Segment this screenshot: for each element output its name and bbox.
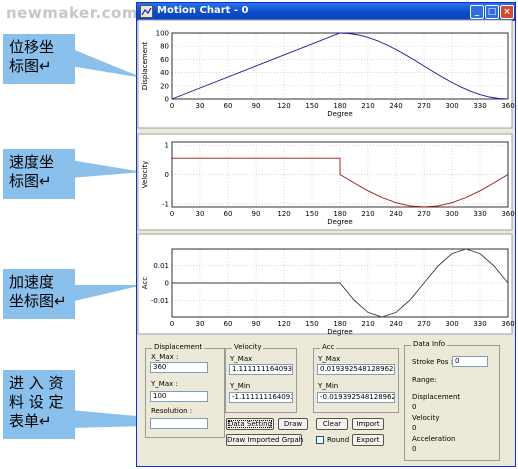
x-tick-label: 0 xyxy=(170,210,174,218)
x-tick-label: 210 xyxy=(361,102,374,110)
x-tick-label: 60 xyxy=(224,102,233,110)
x-axis-label: Degree xyxy=(327,328,352,336)
x-tick-label: 240 xyxy=(389,210,402,218)
y-axis-label: Displacement xyxy=(141,42,149,90)
velocity-ymin-input[interactable]: -1.11111116409302 xyxy=(229,392,293,403)
data-info-group-label: Data Info xyxy=(411,340,448,348)
y-tick-label: 60 xyxy=(160,56,169,64)
x-tick-label: 270 xyxy=(417,102,430,110)
chart-panel xyxy=(137,19,513,129)
x-tick-label: 360 xyxy=(501,320,514,328)
x-tick-label: 150 xyxy=(305,320,318,328)
acc-group-label: Acc xyxy=(320,343,337,351)
x-tick-label: 180 xyxy=(333,320,346,328)
acc-ymax-input[interactable]: 0.0193925481289625 xyxy=(317,364,395,375)
x-axis-label: Degree xyxy=(327,218,352,226)
x-tick-label: 240 xyxy=(389,320,402,328)
y-tick-label: 0 xyxy=(165,280,169,288)
y-tick-label: 40 xyxy=(160,69,169,77)
acc-ymin-label: Y_Min xyxy=(318,382,339,390)
x-axis-label: Degree xyxy=(327,110,352,118)
x-tick-label: 210 xyxy=(361,210,374,218)
y-tick-label: 100 xyxy=(156,30,169,38)
x-tick-label: 30 xyxy=(196,102,205,110)
round-checkbox[interactable] xyxy=(316,436,324,444)
x-tick-label: 240 xyxy=(389,102,402,110)
x-tick-label: 330 xyxy=(473,320,486,328)
acceleration-info-label: Acceleration xyxy=(412,435,456,443)
draw-imported-graph-button[interactable]: Draw Imported Grpah xyxy=(226,434,303,446)
acceleration-info-value: 0 xyxy=(412,445,417,453)
x-tick-label: 180 xyxy=(333,210,346,218)
ymax-input[interactable]: 100 xyxy=(150,391,208,402)
x-tick-label: 300 xyxy=(445,102,458,110)
velocity-info-value: 0 xyxy=(412,424,417,432)
x-tick-label: 360 xyxy=(501,102,514,110)
x-tick-label: 0 xyxy=(170,102,174,110)
x-tick-label: 90 xyxy=(252,102,261,110)
range-label: Range: xyxy=(412,376,437,384)
x-tick-label: 30 xyxy=(196,320,205,328)
resolution-input[interactable] xyxy=(150,418,208,429)
ymax-label: Y_Max : xyxy=(151,380,178,388)
displacement-info-value: 0 xyxy=(412,403,417,411)
y-axis-label: Velocity xyxy=(141,161,149,188)
x-tick-label: 330 xyxy=(473,210,486,218)
y-axis-label: Acc xyxy=(141,277,149,290)
velocity-ymin-label: Y_Min xyxy=(230,382,251,390)
draw-button[interactable]: Draw xyxy=(278,418,308,430)
x-tick-label: 0 xyxy=(170,320,174,328)
velocity-ymax-label: Y_Max xyxy=(230,355,253,363)
x-tick-label: 120 xyxy=(277,320,290,328)
x-tick-label: 330 xyxy=(473,102,486,110)
x-tick-label: 270 xyxy=(417,210,430,218)
acc-ymin-input[interactable]: -0.0193925481289625 xyxy=(317,392,395,403)
resolution-label: Resolution : xyxy=(151,407,193,415)
x-tick-label: 210 xyxy=(361,320,374,328)
stroke-pos-input[interactable]: 0 xyxy=(452,356,488,367)
y-tick-label: 1 xyxy=(165,142,169,150)
x-tick-label: 270 xyxy=(417,320,430,328)
displacement-info-label: Displacement xyxy=(412,393,461,401)
x-tick-label: 150 xyxy=(305,210,318,218)
x-tick-label: 60 xyxy=(224,210,233,218)
xmax-input[interactable]: 360 xyxy=(150,362,208,373)
data-setting-button[interactable]: Data Setting xyxy=(226,418,274,430)
round-label: Round xyxy=(327,436,350,444)
y-tick-label: -1 xyxy=(162,200,169,208)
x-tick-label: 60 xyxy=(224,320,233,328)
x-tick-label: 90 xyxy=(252,210,261,218)
x-tick-label: 120 xyxy=(277,102,290,110)
x-tick-label: 150 xyxy=(305,102,318,110)
xmax-label: X_Max : xyxy=(151,353,179,361)
x-tick-label: 300 xyxy=(445,320,458,328)
displacement-group-label: Displacement xyxy=(152,343,205,351)
y-tick-label: 80 xyxy=(160,43,169,51)
stroke-pos-label: Stroke Pos : xyxy=(412,358,454,366)
clear-button[interactable]: Clear xyxy=(316,418,348,430)
velocity-info-label: Velocity xyxy=(412,414,440,422)
velocity-group-label: Velocity xyxy=(232,343,264,351)
x-tick-label: 300 xyxy=(445,210,458,218)
x-tick-label: 30 xyxy=(196,210,205,218)
x-tick-label: 90 xyxy=(252,320,261,328)
import-button[interactable]: Import xyxy=(352,418,384,430)
y-tick-label: 0 xyxy=(165,171,169,179)
y-tick-label: 0.01 xyxy=(153,262,169,270)
acc-ymax-label: Y_Max xyxy=(318,355,341,363)
x-tick-label: 180 xyxy=(333,102,346,110)
y-tick-label: -0.01 xyxy=(151,297,169,305)
y-tick-label: 0 xyxy=(165,96,169,104)
velocity-ymax-input[interactable]: 1.11111116409302 xyxy=(229,364,293,375)
export-button[interactable]: Export xyxy=(352,434,384,446)
x-tick-label: 360 xyxy=(501,210,514,218)
y-tick-label: 20 xyxy=(160,82,169,90)
x-tick-label: 120 xyxy=(277,210,290,218)
